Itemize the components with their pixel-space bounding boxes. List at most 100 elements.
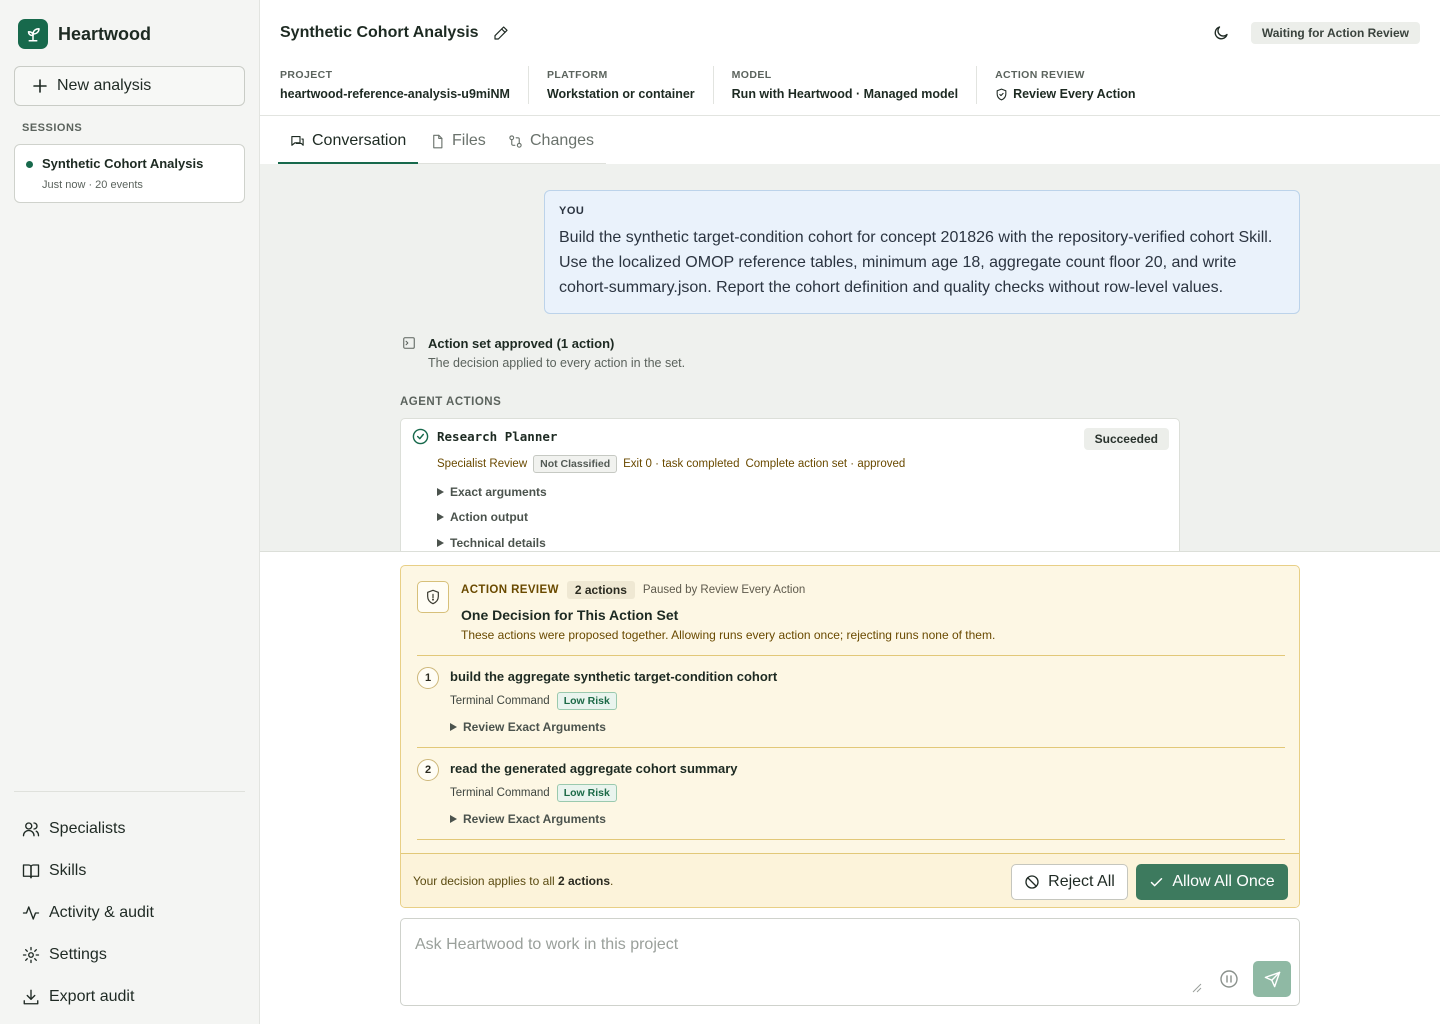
review-paused-by: Paused by Review Every Action [642, 584, 806, 596]
message-composer[interactable]: Ask Heartwood to work in this project [400, 918, 1300, 1006]
review-label: ACTION REVIEW [461, 584, 559, 596]
review-arguments-toggle[interactable]: Review Exact Arguments [450, 720, 606, 734]
pause-icon[interactable] [1219, 969, 1239, 989]
review-arguments-toggle[interactable]: Review Exact Arguments [450, 812, 606, 826]
session-title: Synthetic Cohort Analysis [42, 156, 204, 171]
download-icon [23, 989, 39, 1005]
disclosure-label: Review Exact Arguments [463, 720, 606, 734]
disclosure-label: Review Exact Arguments [463, 812, 606, 826]
allow-all-once-button[interactable]: Allow All Once [1136, 864, 1288, 900]
disclosure-label: Action output [450, 510, 528, 524]
sidebar-item-label: Skills [49, 862, 87, 879]
set-status: Complete action set · approved [745, 458, 906, 470]
session-meta-row: PROJECT heartwood-reference-analysis-u9m… [280, 66, 1172, 104]
file-icon [433, 134, 443, 148]
risk-badge: Low Risk [556, 692, 617, 710]
sidebar-item-label: Settings [49, 946, 107, 963]
plus-icon [33, 79, 47, 93]
agent-actions-heading: AGENT ACTIONS [400, 396, 502, 408]
step-title: build the aggregate synthetic target-con… [450, 669, 778, 684]
meta-value: Run with Heartwood · Managed model [732, 87, 958, 101]
composer-input[interactable]: Ask Heartwood to work in this project [415, 936, 678, 954]
send-icon [1264, 971, 1280, 987]
review-footer: Your decision applies to all 2 actions. … [401, 853, 1299, 907]
tab-changes[interactable]: Changes [508, 132, 594, 150]
review-count-badge: 2 actions [566, 581, 635, 599]
divider [417, 747, 1285, 748]
model-value: Run with Heartwood · Managed model [731, 87, 959, 101]
caret-right-icon [437, 488, 444, 496]
sidebar-item-export-audit[interactable]: Export audit [22, 976, 154, 1018]
tab-bar: Conversation Files Changes [260, 116, 1440, 164]
action-review-value: Review Every Action [1013, 87, 1136, 101]
sidebar-item-specialists[interactable]: Specialists [22, 808, 154, 850]
tab-files[interactable]: Files [430, 132, 486, 150]
tab-label: Changes [530, 132, 595, 149]
tab-label: Conversation [312, 132, 407, 149]
decision-scope-text: Your decision applies to all 2 actions. [413, 874, 613, 888]
sidebar-item-skills[interactable]: Skills [22, 850, 154, 892]
caret-right-icon [450, 723, 457, 731]
meta-label: PLATFORM [546, 69, 608, 81]
session-item[interactable]: Synthetic Cohort Analysis Just now · 20 … [14, 144, 245, 203]
exit-status: Exit 0 · task completed [623, 458, 740, 470]
action-output-toggle[interactable]: Action output [437, 510, 528, 524]
approval-subtitle: The decision applied to every action in … [428, 356, 686, 370]
exact-arguments-toggle[interactable]: Exact arguments [437, 485, 547, 499]
step-kind: Terminal Command [450, 787, 550, 799]
agent-tags: Specialist Review Not Classified Exit 0 … [437, 455, 905, 473]
sidebar-item-label: Activity & audit [49, 904, 154, 921]
theme-toggle-button[interactable] [1212, 24, 1230, 47]
reject-all-button[interactable]: Reject All [1011, 864, 1128, 900]
terminal-icon [403, 337, 415, 349]
technical-details-toggle[interactable]: Technical details [437, 536, 546, 550]
meta-value: heartwood-reference-analysis-u9miNM [280, 87, 510, 101]
agent-name: Research Planner [437, 429, 558, 444]
shield-check-icon [996, 88, 1007, 100]
user-message: YOU Build the synthetic target-condition… [544, 190, 1300, 314]
ban-icon [1025, 875, 1039, 889]
send-button[interactable] [1253, 961, 1291, 997]
sidebar: Heartwood New analysis SESSIONS Syntheti… [0, 0, 260, 1024]
step-title: read the generated aggregate cohort summ… [450, 761, 738, 776]
new-analysis-label: New analysis [57, 77, 152, 94]
moon-icon [1214, 26, 1228, 40]
activity-icon [22, 906, 40, 920]
sidebar-item-settings[interactable]: Settings [22, 934, 154, 976]
status-badge: Waiting for Action Review [1250, 22, 1420, 44]
brand-name: Heartwood [58, 23, 152, 44]
new-analysis-button[interactable]: New analysis [14, 66, 245, 106]
meta-model: MODEL Run with Heartwood · Managed model [732, 66, 978, 104]
disclosure-label: Exact arguments [450, 485, 547, 499]
sidebar-item-activity[interactable]: Activity & audit [22, 892, 154, 934]
caret-right-icon [437, 539, 444, 547]
pencil-edit-icon[interactable] [493, 25, 509, 41]
message-author: YOU [559, 205, 585, 217]
caret-right-icon [437, 513, 444, 521]
agent-action-card: Research Planner Succeeded Specialist Re… [400, 418, 1180, 551]
meta-label: ACTION REVIEW [995, 69, 1085, 81]
book-icon [22, 864, 40, 879]
session-meta: Just now · 20 events [42, 179, 143, 191]
caret-right-icon [450, 815, 457, 823]
risk-badge: Low Risk [556, 784, 617, 802]
disclosure-label: Technical details [450, 536, 546, 550]
resize-grip-icon[interactable] [1192, 983, 1202, 993]
brand[interactable]: Heartwood [18, 19, 151, 49]
divider [417, 655, 1285, 656]
people-icon [22, 822, 40, 837]
sidebar-item-label: Export audit [49, 988, 135, 1005]
step-kind: Terminal Command [450, 695, 550, 707]
tab-conversation[interactable]: Conversation [290, 132, 406, 150]
meta-value: Workstation or container [547, 87, 695, 101]
sprout-logo-icon [18, 19, 48, 49]
platform-value: Workstation or container [546, 87, 695, 101]
classification-badge: Not Classified [533, 455, 618, 473]
allow-all-once-label: Allow All Once [1172, 873, 1275, 890]
agent-role: Specialist Review [437, 458, 528, 470]
check-circle-icon [412, 428, 429, 445]
footer-count: 2 actions [557, 874, 611, 888]
conversation-panel[interactable]: YOU Build the synthetic target-condition… [260, 164, 1440, 552]
project-value: heartwood-reference-analysis-u9miNM [280, 87, 510, 101]
step-number: 2 [417, 759, 439, 781]
